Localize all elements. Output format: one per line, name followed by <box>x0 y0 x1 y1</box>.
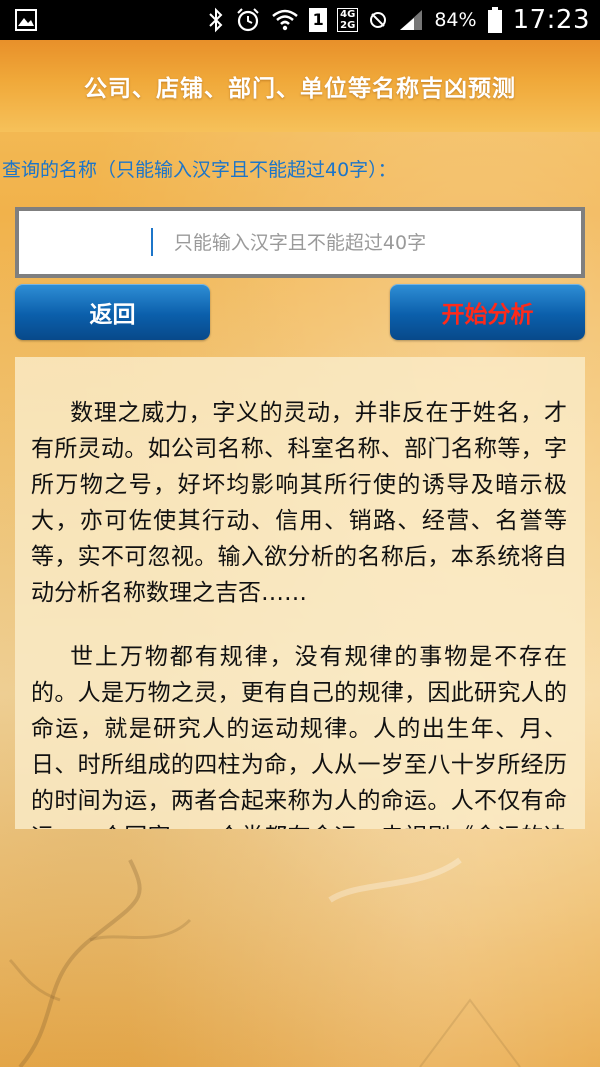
network-bottom-label: 2G <box>340 20 356 31</box>
battery-icon <box>487 7 502 33</box>
sim-slot-badge: 1 <box>309 8 328 32</box>
bluetooth-icon <box>209 7 223 33</box>
info-paragraph-1: 数理之威力，字义的灵动，并非反在于姓名，才有所灵动。如公司名称、科室名称、部门名… <box>31 400 567 606</box>
network-top-label: 4G <box>340 9 356 20</box>
name-input[interactable] <box>19 211 581 274</box>
info-text-panel[interactable]: 数理之威力，字义的灵动，并非反在于姓名，才有所灵动。如公司名称、科室名称、部门名… <box>15 357 585 829</box>
title-bar: 公司、店铺、部门、单位等名称吉凶预测 <box>0 40 600 132</box>
start-analysis-button[interactable]: 开始分析 <box>390 284 585 340</box>
name-input-frame <box>15 207 585 278</box>
text-cursor <box>151 228 153 256</box>
status-bar: 1 4G 2G 84% 17:23 <box>0 0 600 40</box>
alarm-icon <box>237 8 259 32</box>
signal-icon <box>400 10 423 30</box>
gallery-icon <box>15 9 37 31</box>
battery-percent: 84% <box>434 9 477 31</box>
info-paragraph-2: 世上万物都有规律，没有规律的事物是不存在的。人是万物之灵，更有自己的规律，因此研… <box>31 644 567 829</box>
network-type-badge: 4G 2G <box>337 8 359 32</box>
background-tree-art <box>8 857 521 1067</box>
query-name-label: 查询的名称（只能输入汉字且不能超过40字）： <box>2 159 397 181</box>
mute-icon <box>370 12 387 28</box>
back-button[interactable]: 返回 <box>15 284 210 340</box>
clock: 17:23 <box>512 5 590 35</box>
wifi-icon <box>272 9 298 31</box>
page-title: 公司、店铺、部门、单位等名称吉凶预测 <box>84 76 516 102</box>
